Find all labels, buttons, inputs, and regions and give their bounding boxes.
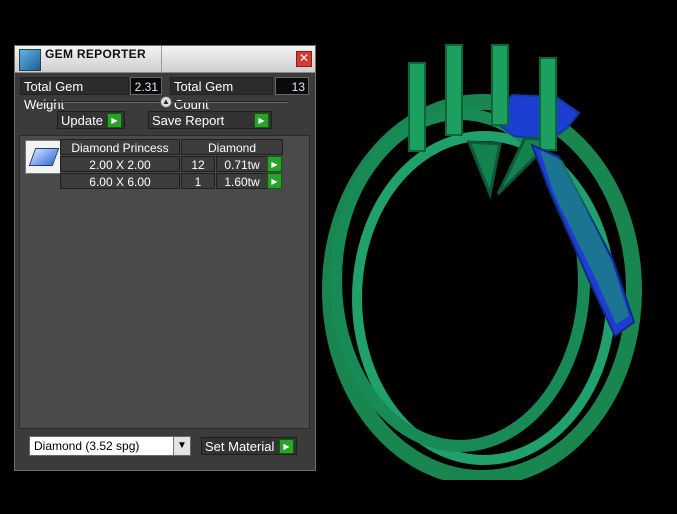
row-arrow-icon[interactable]: ▶ — [267, 156, 282, 172]
material-select-value: Diamond (3.52 spg) — [34, 439, 140, 453]
row-count: 12 — [181, 156, 215, 172]
set-material-label: Set Material — [205, 439, 275, 454]
save-report-arrow-icon: ▶ — [254, 113, 269, 128]
total-gem-count-label: Total Gem Count — [170, 77, 273, 112]
gem-face-icon — [28, 148, 60, 166]
save-report-label: Save Report — [152, 113, 225, 128]
update-arrow-icon: ▶ — [107, 113, 122, 128]
total-gem-weight-label: Total Gem Weight — [20, 77, 129, 112]
row-weight: 0.71tw — [216, 156, 268, 172]
ring-model — [322, 44, 642, 480]
row-weight: 1.60tw — [216, 173, 268, 189]
set-material-button[interactable]: Set Material ▶ — [201, 437, 297, 455]
window-title: GEM REPORTER — [45, 47, 146, 61]
material-header: Diamond — [181, 139, 283, 155]
total-gem-weight-value: 2.31 — [130, 77, 162, 95]
gem-reporter-icon — [19, 49, 41, 71]
gem-reporter-panel: GEM REPORTER ✕ Total Gem Weight 2.31 Tot… — [14, 45, 316, 471]
update-button[interactable]: Update ▶ — [57, 111, 125, 129]
update-button-label: Update — [61, 113, 103, 128]
total-gem-count-value: 13 — [275, 77, 309, 95]
row-size: 6.00 X 6.00 — [60, 173, 180, 189]
save-report-button[interactable]: Save Report ▶ — [148, 111, 272, 129]
row-size: 2.00 X 2.00 — [60, 156, 180, 172]
set-material-arrow-icon: ▶ — [279, 439, 294, 454]
diamond-princess-icon — [25, 140, 61, 174]
row-arrow-icon[interactable]: ▶ — [267, 173, 282, 189]
ring-viewport[interactable] — [322, 40, 667, 480]
shape-header: Diamond Princess — [60, 139, 180, 155]
chevron-down-icon: ▼ — [173, 437, 190, 455]
titlebar-divider — [161, 46, 162, 72]
material-select[interactable]: Diamond (3.52 spg) ▼ — [29, 436, 191, 456]
titlebar[interactable]: GEM REPORTER ✕ — [15, 46, 315, 73]
collapse-icon[interactable]: ▲ — [160, 96, 172, 108]
close-button[interactable]: ✕ — [296, 51, 312, 67]
row-count: 1 — [181, 173, 215, 189]
